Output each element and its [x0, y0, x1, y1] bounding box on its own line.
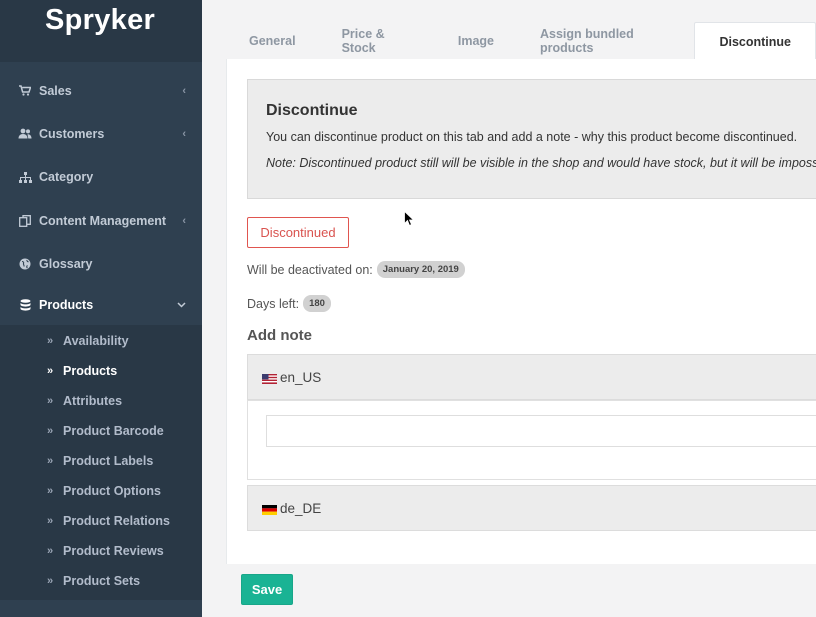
double-chevron-right-icon: » [47, 424, 54, 437]
sidebar-item-label: Category [39, 170, 94, 185]
sidebar-subitem-attributes[interactable]: » Attributes [0, 386, 202, 416]
double-chevron-right-icon: » [47, 394, 54, 407]
sidebar-subitem-availability[interactable]: » Availability [0, 325, 202, 355]
notice-note: Note: Discontinued product still will be… [266, 156, 816, 170]
us-flag-icon [262, 372, 277, 384]
files-icon [18, 214, 32, 227]
chevron-down-icon [177, 299, 186, 311]
double-chevron-right-icon: » [47, 454, 54, 467]
discontinue-panel: Discontinue You can discontinue product … [226, 59, 816, 564]
double-chevron-right-icon: » [47, 334, 54, 347]
sidebar-subitem-label: Product Relations [63, 514, 170, 529]
sidebar-subitem-product-reviews[interactable]: » Product Reviews [0, 536, 202, 566]
sidebar: Spryker Sales ‹ Customers ‹ Category Con… [0, 0, 202, 617]
tab-assign-bundled-products[interactable]: Assign bundled products [517, 22, 694, 60]
de-flag-icon [262, 503, 277, 515]
product-tabs: General Price & Stock Image Assign bundl… [226, 22, 816, 60]
sidebar-item-glossary[interactable]: Glossary [0, 242, 202, 285]
double-chevron-right-icon: » [47, 485, 54, 497]
sitemap-icon [18, 171, 32, 183]
logo[interactable]: Spryker [45, 4, 155, 37]
double-chevron-right-icon: » [47, 515, 54, 528]
tab-discontinue[interactable]: Discontinue [694, 22, 816, 60]
main-content: General Price & Stock Image Assign bundl… [202, 0, 816, 617]
notice-title: Discontinue [266, 102, 358, 119]
chevron-left-icon: ‹ [182, 84, 186, 97]
sidebar-subitem-label: Availability [63, 333, 129, 348]
locale-header-de-de[interactable]: de_DE [247, 485, 816, 531]
sidebar-item-customers[interactable]: Customers ‹ [0, 112, 202, 155]
sidebar-nav: Sales ‹ Customers ‹ Category Content Man… [0, 69, 202, 601]
sidebar-subitem-product-options[interactable]: » Product Options [0, 476, 202, 506]
sidebar-subitem-label: Product Labels [63, 453, 154, 468]
sidebar-subitem-product-barcode[interactable]: » Product Barcode [0, 416, 202, 446]
sidebar-item-label: Products [39, 298, 94, 313]
note-input-en-us[interactable] [266, 415, 816, 447]
sidebar-subitem-product-sets[interactable]: » Product Sets [0, 566, 202, 596]
sidebar-subitem-label: Product Barcode [63, 423, 164, 438]
sidebar-item-products[interactable]: Products [0, 285, 202, 325]
double-chevron-right-icon: » [47, 575, 54, 588]
save-button[interactable]: Save [241, 574, 293, 605]
sidebar-item-category[interactable]: Category [0, 156, 202, 199]
discontinued-button[interactable]: Discontinued [247, 217, 349, 248]
sidebar-subitem-label: Product Sets [63, 574, 141, 589]
locale-label: en_US [280, 369, 322, 385]
tab-image[interactable]: Image [435, 22, 517, 60]
days-left-label: Days left: [247, 296, 300, 311]
days-left-row: Days left: 180 [247, 295, 331, 312]
sidebar-subitem-label: Products [63, 363, 118, 378]
sidebar-subitem-label: Product Options [63, 484, 161, 498]
discontinue-notice: Discontinue You can discontinue product … [247, 79, 816, 199]
sidebar-subitem-products[interactable]: » Products [0, 356, 202, 386]
deactivation-label: Will be deactivated on: [247, 262, 373, 277]
notice-text: You can discontinue product on this tab … [266, 130, 798, 144]
cart-icon [18, 85, 32, 96]
sidebar-subitem-label: Product Reviews [63, 544, 164, 559]
deactivation-date-badge: January 20, 2019 [376, 261, 465, 278]
tab-general[interactable]: General [226, 22, 319, 60]
sidebar-item-sales[interactable]: Sales ‹ [0, 69, 202, 112]
days-left-badge: 180 [303, 295, 331, 312]
chevron-left-icon: ‹ [182, 214, 186, 227]
sidebar-item-content-management[interactable]: Content Management ‹ [0, 199, 202, 242]
double-chevron-right-icon: » [47, 545, 54, 558]
locale-body-en-us [247, 400, 816, 480]
sidebar-item-label: Glossary [39, 256, 93, 271]
locale-label: de_DE [280, 500, 322, 516]
double-chevron-right-icon: » [47, 364, 54, 377]
products-submenu: » Availability » Products » Attributes » Pro… [0, 325, 202, 601]
sidebar-item-label: Customers [39, 126, 105, 141]
sidebar-item-label: Sales [39, 83, 72, 98]
globe-icon [18, 258, 32, 270]
locale-header-en-us[interactable]: en_US [247, 354, 816, 400]
add-note-title: Add note [247, 327, 312, 344]
sidebar-subitem-label: Attributes [63, 393, 123, 408]
tab-price-stock[interactable]: Price & Stock [319, 22, 435, 60]
users-icon [18, 128, 32, 139]
mouse-cursor-icon [404, 211, 414, 227]
sidebar-item-label: Content Management [39, 213, 167, 228]
deactivation-row: Will be deactivated on: January 20, 2019 [247, 261, 465, 278]
sidebar-subitem-product-relations[interactable]: » Product Relations [0, 506, 202, 536]
sidebar-subitem-product-labels[interactable]: » Product Labels [0, 446, 202, 476]
database-icon [18, 299, 32, 312]
chevron-left-icon: ‹ [182, 127, 186, 140]
